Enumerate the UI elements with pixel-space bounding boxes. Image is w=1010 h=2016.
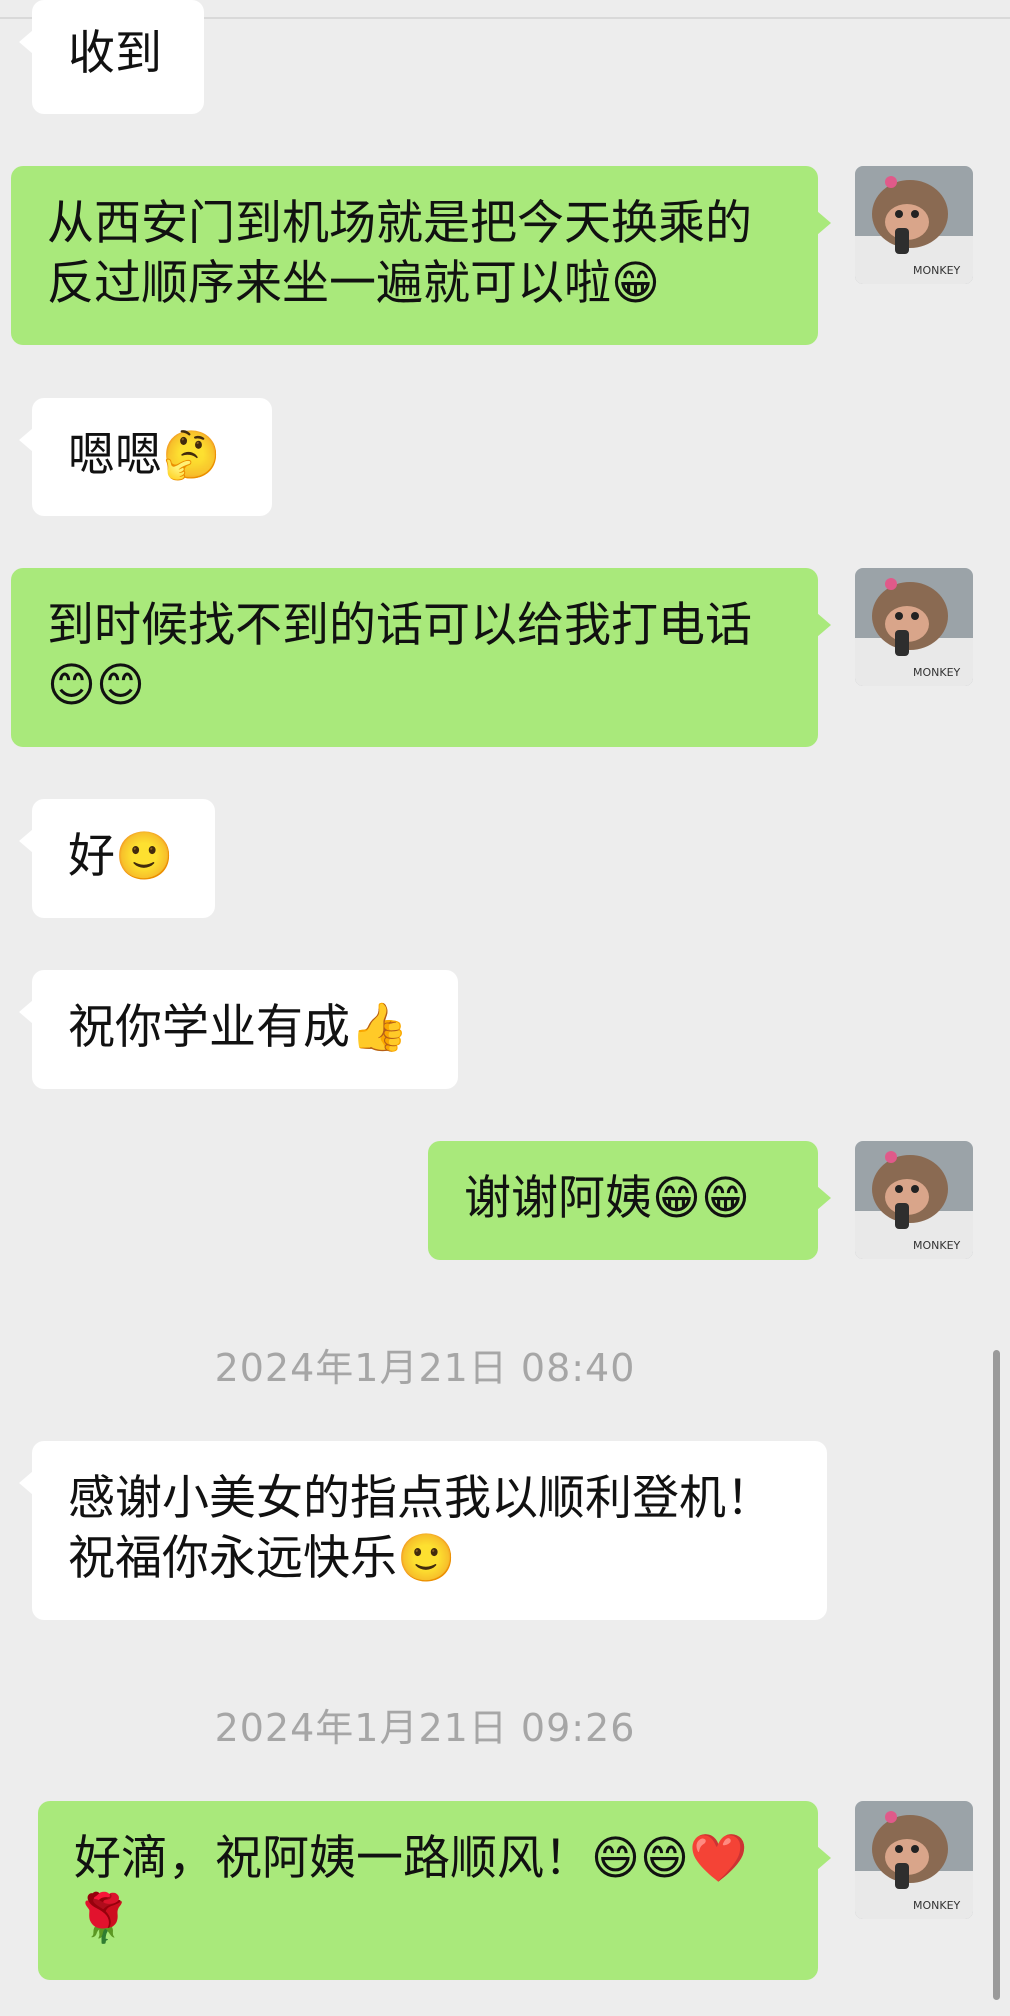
avatar[interactable] <box>855 166 973 284</box>
message-incoming[interactable]: 感谢小美女的指点我以顺利登机！ 祝福你永远快乐🙂 <box>19 1441 827 1620</box>
scrollbar[interactable] <box>993 1350 1000 2000</box>
message-text: 收到 <box>68 26 162 81</box>
avatar[interactable] <box>855 568 973 686</box>
message-text: 好🙂 <box>68 829 174 884</box>
timestamp: 2024年1月21日 08:40 <box>214 1346 636 1390</box>
message-outgoing[interactable]: 谢谢阿姨😁😁 <box>428 1141 831 1260</box>
message-incoming[interactable]: 收到 <box>19 0 204 114</box>
message-outgoing[interactable]: 从西安门到机场就是把今天换乘的 反过顺序来坐一遍就可以啦😁 <box>11 166 831 345</box>
avatar[interactable] <box>855 1801 973 1919</box>
message-outgoing[interactable]: 到时候找不到的话可以给我打电话 😊😊 <box>11 568 831 747</box>
message-text: 嗯嗯🤔 <box>68 428 221 483</box>
timestamp: 2024年1月21日 09:26 <box>214 1706 636 1750</box>
chat-window: 收到 从西安门到机场就是把今天换乘的 反过顺序来坐一遍就可以啦😁 嗯嗯🤔 到时候… <box>0 0 1010 2016</box>
message-incoming[interactable]: 祝你学业有成👍 <box>19 970 458 1089</box>
monkey-avatar-image <box>855 1801 973 1919</box>
message-text-line-2: 反过顺序来坐一遍就可以啦😁 <box>47 256 660 311</box>
avatar[interactable] <box>855 1141 973 1259</box>
message-text-line-2: 祝福你永远快乐🙂 <box>68 1531 456 1586</box>
message-text-line-1: 到时候找不到的话可以给我打电话 <box>47 598 752 653</box>
message-text-line-1: 从西安门到机场就是把今天换乘的 <box>47 196 752 251</box>
message-text-line-2: 😊😊 <box>47 658 145 713</box>
message-outgoing[interactable]: 好滴，祝阿姨一路顺风！😄😄❤️ 🌹 <box>38 1801 831 1980</box>
message-incoming[interactable]: 嗯嗯🤔 <box>19 398 272 516</box>
message-text-line-2: 🌹 <box>74 1891 133 1946</box>
monkey-avatar-image <box>855 166 973 284</box>
message-text: 谢谢阿姨😁😁 <box>464 1171 750 1226</box>
message-text-line-1: 好滴，祝阿姨一路顺风！😄😄❤️ <box>74 1831 748 1886</box>
message-text-line-1: 感谢小美女的指点我以顺利登机！ <box>68 1471 773 1526</box>
message-text: 祝你学业有成👍 <box>68 1000 409 1055</box>
message-incoming[interactable]: 好🙂 <box>19 799 215 918</box>
monkey-avatar-image <box>855 1141 973 1259</box>
monkey-avatar-image <box>855 568 973 686</box>
